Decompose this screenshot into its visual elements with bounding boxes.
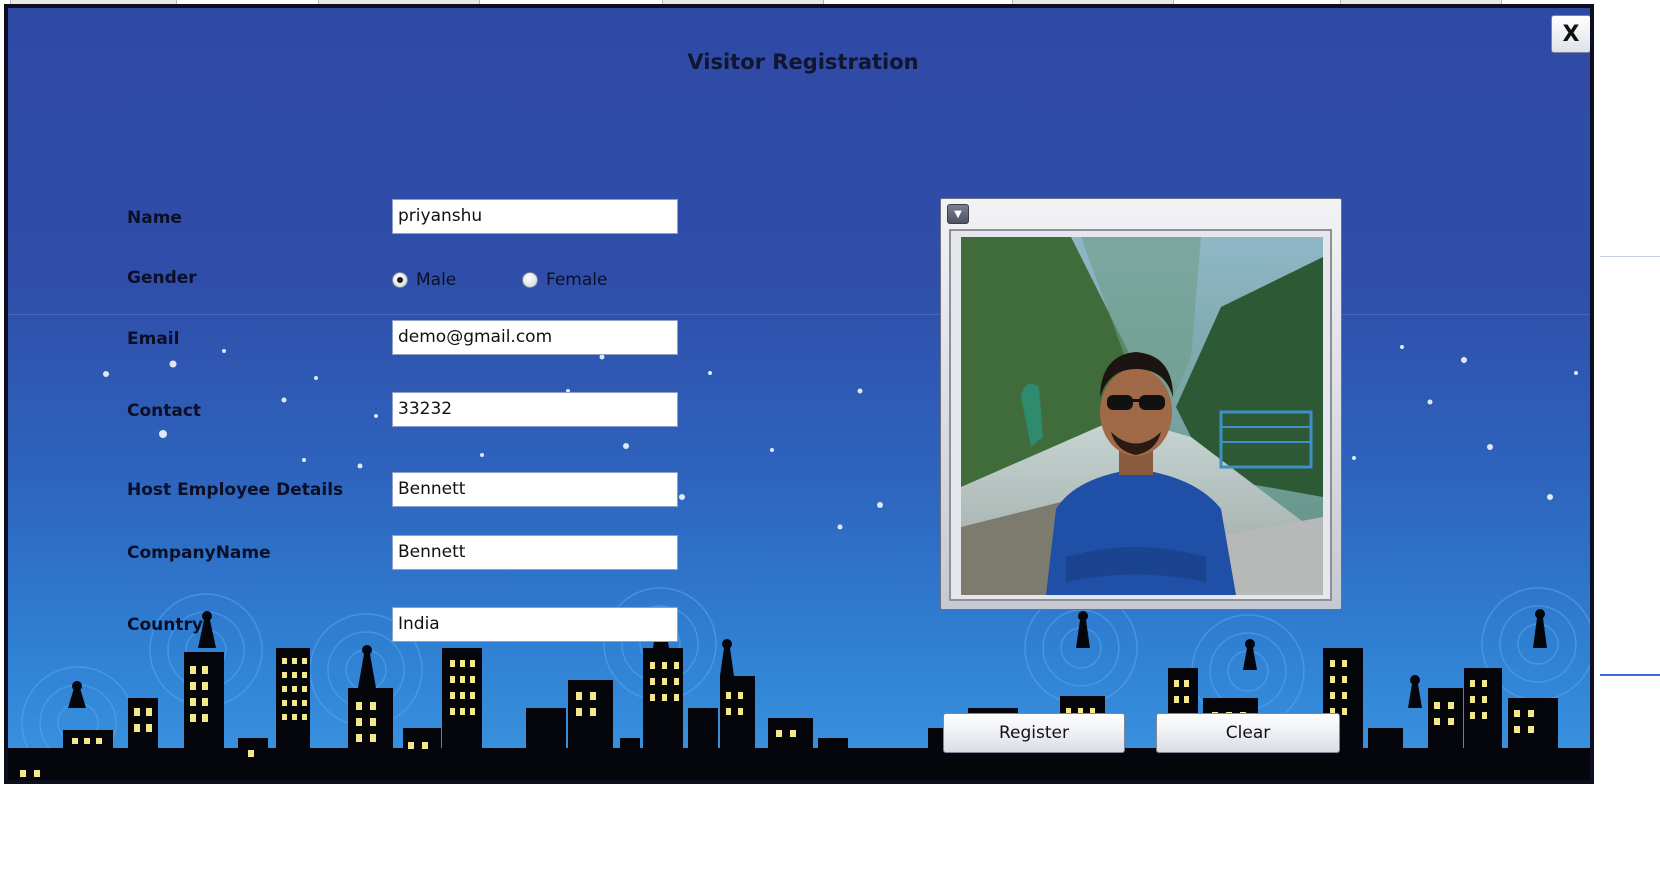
background-divider [1600, 674, 1660, 676]
company-name-field[interactable]: Bennett [392, 535, 678, 570]
company-name-label: CompanyName [127, 543, 271, 563]
contact-field[interactable]: 33232 [392, 392, 678, 427]
gender-male-radio[interactable]: Male [392, 270, 456, 290]
visitor-registration-dialog: Visitor Registration X Name Gender Email… [4, 4, 1594, 784]
name-field[interactable]: priyanshu [392, 199, 678, 234]
country-label: Country [127, 615, 203, 635]
background-divider [1600, 256, 1660, 257]
gender-female-radio[interactable]: Female [522, 270, 607, 290]
email-label: Email [127, 329, 180, 349]
dialog-title: Visitor Registration [687, 50, 919, 74]
host-employee-label: Host Employee Details [127, 480, 344, 500]
gender-label: Gender [127, 268, 197, 288]
city-skyline-decoration [8, 587, 1590, 780]
radio-unchecked-icon [522, 272, 538, 288]
contact-label: Contact [127, 401, 202, 421]
photo-panel-header: ▼ [941, 199, 1341, 227]
country-field[interactable]: India [392, 607, 678, 642]
chevron-down-icon[interactable]: ▼ [947, 204, 969, 224]
radio-checked-icon [392, 272, 408, 288]
gender-male-label: Male [416, 270, 457, 290]
clear-button[interactable]: Clear [1156, 713, 1340, 753]
name-label: Name [127, 208, 182, 228]
section-divider [8, 314, 1590, 315]
visitor-photo-panel: ▼ [940, 198, 1342, 610]
register-button[interactable]: Register [943, 713, 1125, 753]
visitor-photo [961, 237, 1323, 595]
host-employee-field[interactable]: Bennett [392, 472, 678, 507]
email-field[interactable]: demo@gmail.com [392, 320, 678, 355]
gender-female-label: Female [546, 270, 608, 290]
close-button[interactable]: X [1551, 15, 1590, 53]
